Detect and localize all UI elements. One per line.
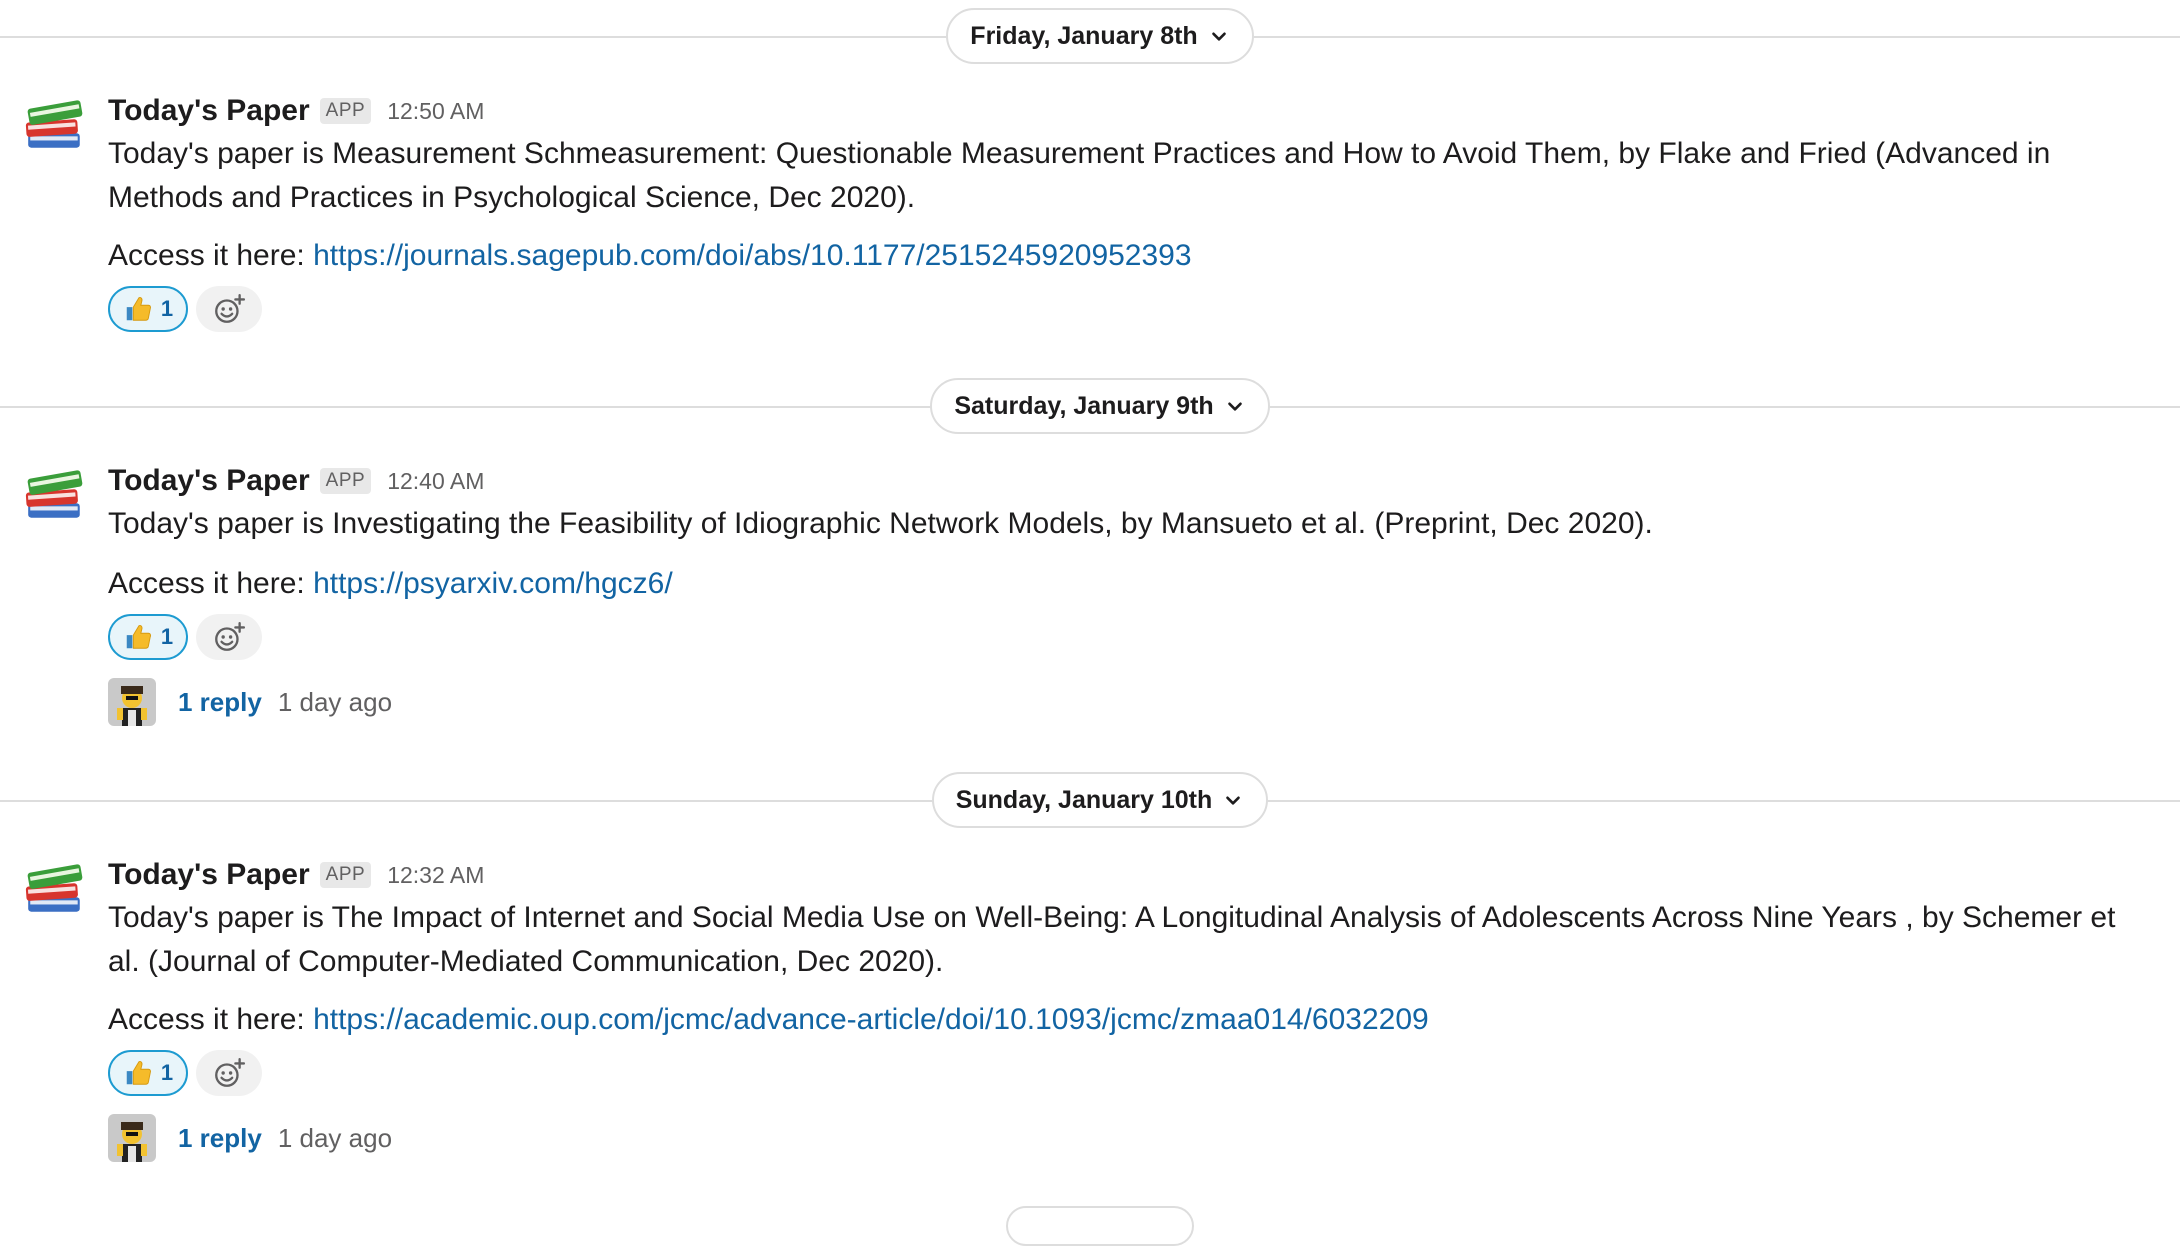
message-time[interactable]: 12:50 AM xyxy=(387,98,484,125)
books-icon[interactable] xyxy=(22,462,88,528)
reaction-count: 1 xyxy=(160,296,174,321)
message-text: Today's paper is The Impact of Internet … xyxy=(108,901,2116,978)
date-divider-label: Friday, January 8th xyxy=(970,21,1198,50)
message-header: Today's Paper APP 12:32 AM xyxy=(108,858,484,892)
app-badge: APP xyxy=(319,468,372,494)
chevron-down-icon xyxy=(1222,789,1244,811)
thread-summary[interactable]: 1 reply 1 day ago xyxy=(108,678,392,726)
last-reply-time: 1 day ago xyxy=(277,686,393,717)
add-reaction-button[interactable] xyxy=(196,286,262,332)
message-header: Today's Paper APP 12:50 AM xyxy=(108,94,484,128)
books-icon[interactable] xyxy=(22,856,88,922)
message-text: Today's paper is Measurement Schmeasurem… xyxy=(108,137,2051,214)
add-emoji-icon xyxy=(215,1058,246,1087)
date-divider-label: Saturday, January 9th xyxy=(954,391,1214,420)
access-line: Access it here: https://psyarxiv.com/hgc… xyxy=(108,562,673,606)
books-icon[interactable] xyxy=(22,92,88,158)
access-label: Access it here: xyxy=(108,567,314,600)
add-reaction-button[interactable] xyxy=(196,614,262,660)
paper-link[interactable]: https://journals.sagepub.com/doi/abs/10.… xyxy=(313,239,1191,272)
access-line: Access it here: https://academic.oup.com… xyxy=(108,998,1429,1042)
reply-count-link[interactable]: 1 reply xyxy=(178,687,262,718)
reaction-count: 1 xyxy=(160,624,174,649)
access-label: Access it here: xyxy=(108,239,314,272)
app-badge: APP xyxy=(319,98,372,124)
sender-name[interactable]: Today's Paper xyxy=(108,464,310,498)
reaction-thumbs-up[interactable]: 1 xyxy=(108,614,188,660)
date-divider-label: Sunday, January 10th xyxy=(955,785,1213,814)
reactions-bar: 1 xyxy=(108,614,262,660)
date-divider-button[interactable]: Saturday, January 9th xyxy=(930,378,1270,434)
message-header: Today's Paper APP 12:40 AM xyxy=(108,464,484,498)
thumbs-up-icon xyxy=(123,622,153,652)
reactions-bar: 1 xyxy=(108,1050,262,1096)
date-divider-button[interactable]: Sunday, January 10th xyxy=(932,772,1268,828)
thumbs-up-icon xyxy=(123,294,153,324)
last-reply-time: 1 day ago xyxy=(277,1122,393,1153)
access-label: Access it here: xyxy=(108,1003,314,1036)
sender-name[interactable]: Today's Paper xyxy=(108,94,310,128)
reaction-thumbs-up[interactable]: 1 xyxy=(108,286,188,332)
paper-link[interactable]: https://psyarxiv.com/hgcz6/ xyxy=(313,567,673,600)
reactions-bar: 1 xyxy=(108,286,262,332)
message-time[interactable]: 12:32 AM xyxy=(387,862,484,889)
thread-summary[interactable]: 1 reply 1 day ago xyxy=(108,1114,392,1162)
paper-link[interactable]: https://academic.oup.com/jcmc/advance-ar… xyxy=(313,1003,1429,1036)
chevron-down-icon xyxy=(1224,395,1246,417)
thumbs-up-icon xyxy=(123,1058,153,1088)
message-time[interactable]: 12:40 AM xyxy=(387,468,484,495)
message-text: Today's paper is Investigating the Feasi… xyxy=(108,507,1653,540)
reply-count-link[interactable]: 1 reply xyxy=(178,1123,262,1154)
reaction-count: 1 xyxy=(160,1060,174,1085)
avatar[interactable] xyxy=(108,678,156,726)
add-reaction-button[interactable] xyxy=(196,1050,262,1096)
add-emoji-icon xyxy=(215,294,246,323)
date-divider-button[interactable] xyxy=(1006,1206,1194,1246)
reaction-thumbs-up[interactable]: 1 xyxy=(108,1050,188,1096)
sender-name[interactable]: Today's Paper xyxy=(108,858,310,892)
app-badge: APP xyxy=(319,862,372,888)
access-line: Access it here: https://journals.sagepub… xyxy=(108,234,1192,278)
add-emoji-icon xyxy=(215,622,246,651)
chevron-down-icon xyxy=(1208,25,1230,47)
avatar[interactable] xyxy=(108,1114,156,1162)
date-divider-button[interactable]: Friday, January 8th xyxy=(946,8,1254,64)
